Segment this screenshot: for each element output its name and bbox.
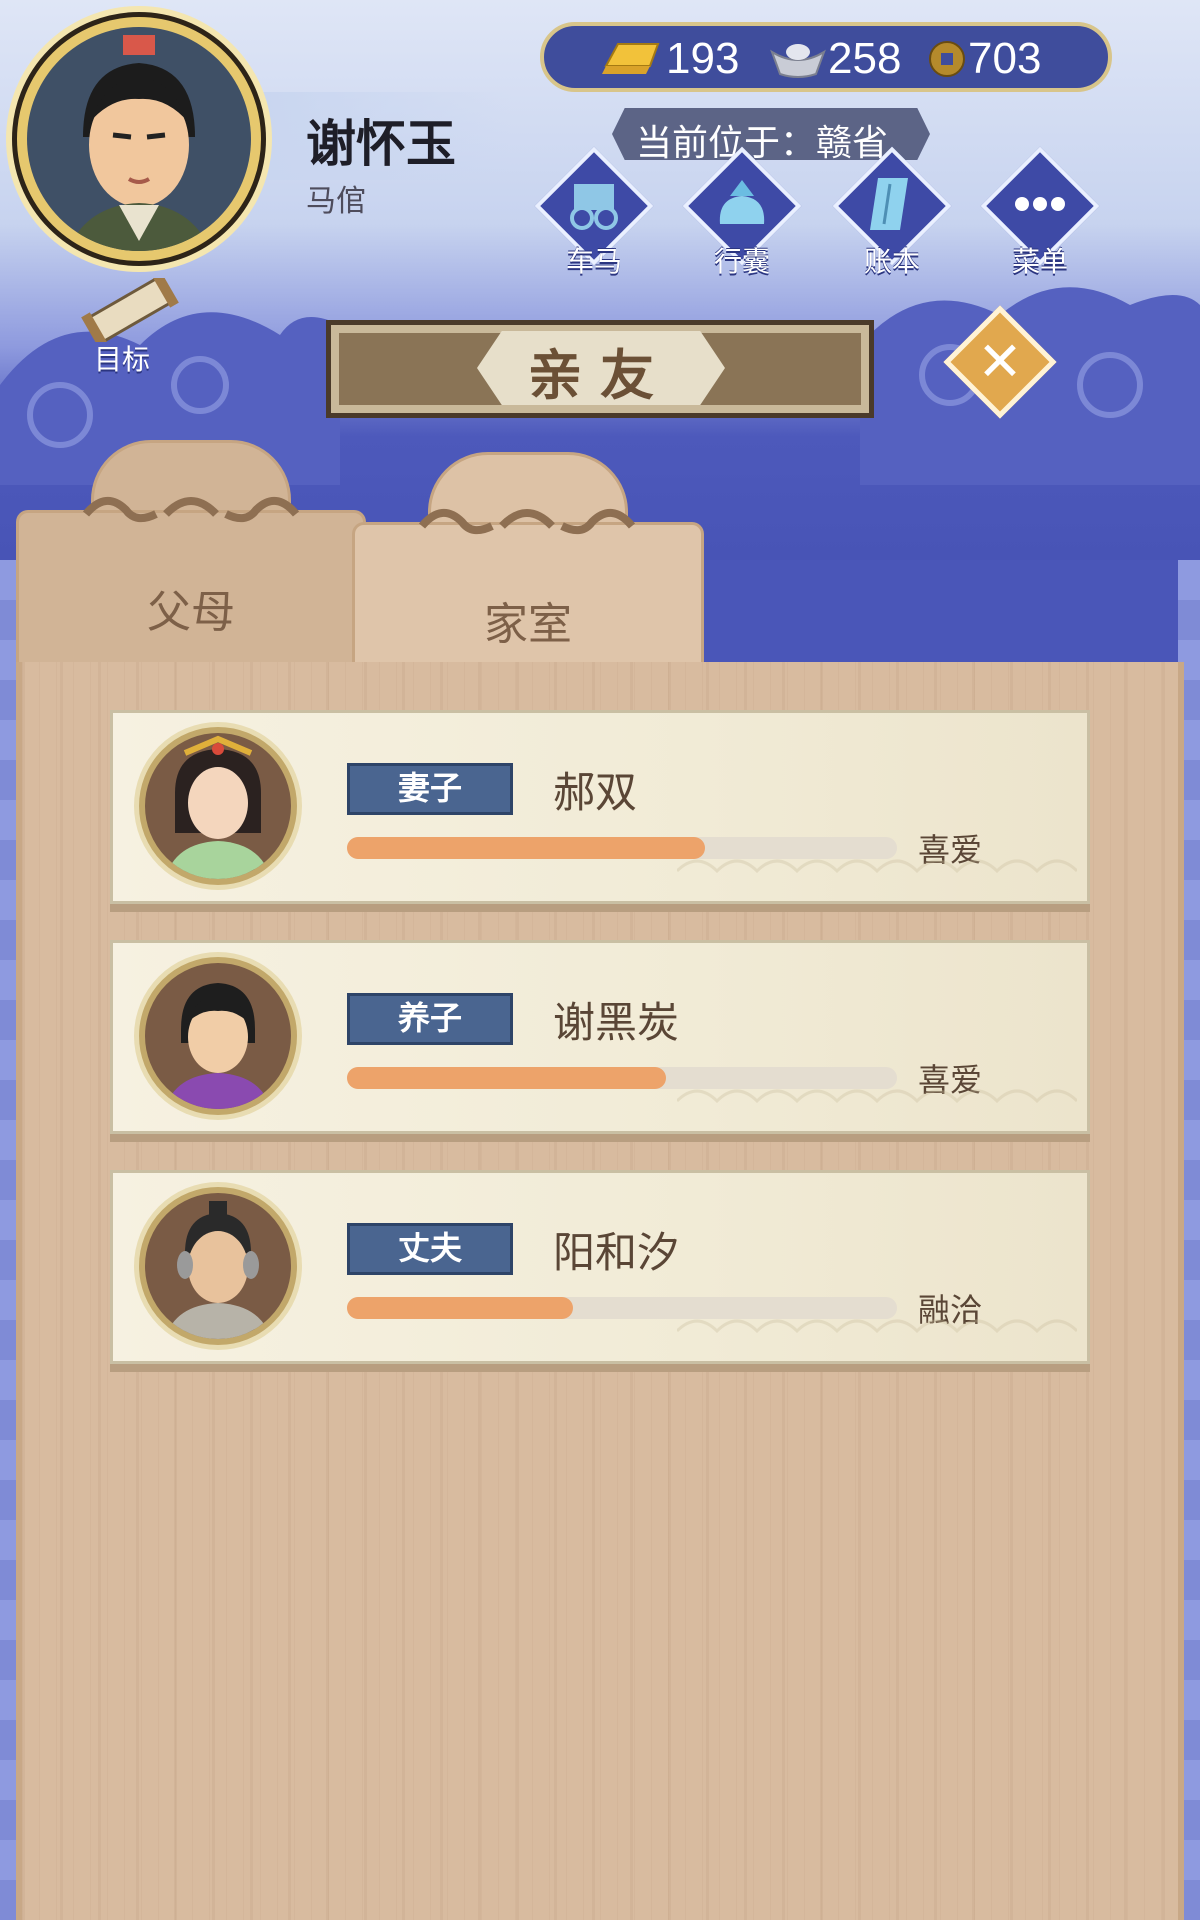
tab-family[interactable]: 家室 <box>352 452 704 668</box>
location-banner: 当前位于：赣省 <box>612 108 930 160</box>
cloud-ornament-icon <box>418 509 636 535</box>
currency-bar: 193 258 703 <box>540 22 1112 92</box>
member-role-tag: 养子 <box>347 993 513 1045</box>
member-role-tag: 丈夫 <box>347 1223 513 1275</box>
member-card[interactable]: 丈夫 阳和汐 融洽 <box>110 1170 1090 1364</box>
member-name: 谢黑炭 <box>553 998 680 1047</box>
member-name: 郝双 <box>553 768 638 817</box>
panel-title: 亲友 <box>528 344 672 407</box>
goal-button[interactable]: 目标 <box>70 271 190 378</box>
bundle-icon <box>719 180 765 224</box>
gold-bar-icon <box>602 43 660 74</box>
tab-parents[interactable]: 父母 <box>16 440 366 665</box>
close-icon[interactable]: ✕ <box>964 326 1036 398</box>
bundle-label: 行囊 <box>713 245 770 278</box>
ledger-icon <box>870 178 908 230</box>
member-portrait <box>139 727 297 885</box>
silver-count: 258 <box>828 34 902 83</box>
member-portrait <box>139 1187 297 1345</box>
carriage-label: 车马 <box>565 245 622 278</box>
gold-count: 193 <box>666 34 740 83</box>
coin-count: 703 <box>968 34 1042 83</box>
wave-pattern <box>677 859 1077 874</box>
menu-dots-icon <box>1015 197 1065 211</box>
copper-coin-icon <box>929 41 965 77</box>
affection-fill <box>347 837 705 859</box>
ledger-button[interactable]: 账本 <box>830 146 954 284</box>
menu-button[interactable]: 菜单 <box>978 146 1102 284</box>
bundle-button[interactable]: 行囊 <box>680 146 804 284</box>
goal-label: 目标 <box>94 343 151 376</box>
member-card[interactable]: 养子 谢黑炭 喜爱 <box>110 940 1090 1134</box>
member-role-tag: 妻子 <box>347 763 513 815</box>
silver-ingot-icon <box>770 44 826 78</box>
member-card[interactable]: 妻子 郝双 喜爱 <box>110 710 1090 904</box>
avatar-portrait <box>27 27 251 251</box>
tab-parents-label: 父母 <box>147 587 235 638</box>
tab-family-label: 家室 <box>484 599 572 650</box>
player-avatar[interactable] <box>12 12 266 266</box>
panel-title-banner: 亲友 <box>326 320 874 418</box>
wave-pattern <box>677 1089 1077 1104</box>
player-name: 谢怀玉 <box>306 115 456 173</box>
wave-pattern <box>677 1319 1077 1334</box>
player-title: 马倌 <box>306 184 366 219</box>
ledger-label: 账本 <box>863 245 920 278</box>
affection-fill <box>347 1297 573 1319</box>
member-portrait <box>139 957 297 1115</box>
carriage-icon <box>570 184 618 230</box>
scroll-icon <box>81 271 179 349</box>
affection-fill <box>347 1067 666 1089</box>
cloud-ornament-icon <box>82 497 300 523</box>
menu-label: 菜单 <box>1011 245 1068 278</box>
member-name: 阳和汐 <box>553 1228 680 1277</box>
carriage-button[interactable]: 车马 <box>532 146 656 284</box>
